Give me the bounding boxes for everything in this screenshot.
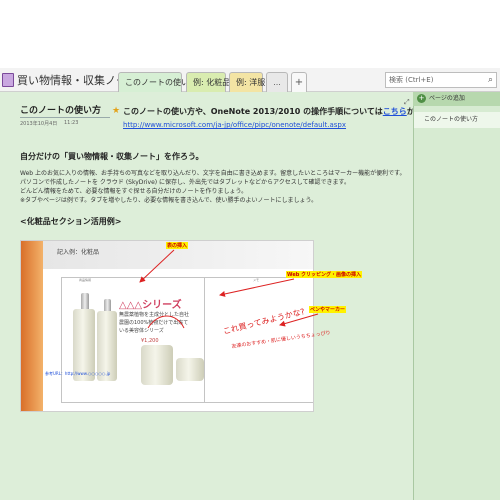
arrow-table [139, 249, 175, 283]
plus-circle-icon: + [417, 94, 426, 103]
pen-stroke [147, 315, 185, 329]
arrow-web-clip [219, 278, 295, 297]
add-page-button[interactable]: + ページの追加 [413, 92, 500, 106]
page-list-pane [413, 92, 500, 500]
arrow-pen [279, 313, 319, 327]
add-page-label: ページの追加 [429, 95, 465, 102]
page-list-item[interactable]: このノートの使い方 [414, 112, 500, 128]
